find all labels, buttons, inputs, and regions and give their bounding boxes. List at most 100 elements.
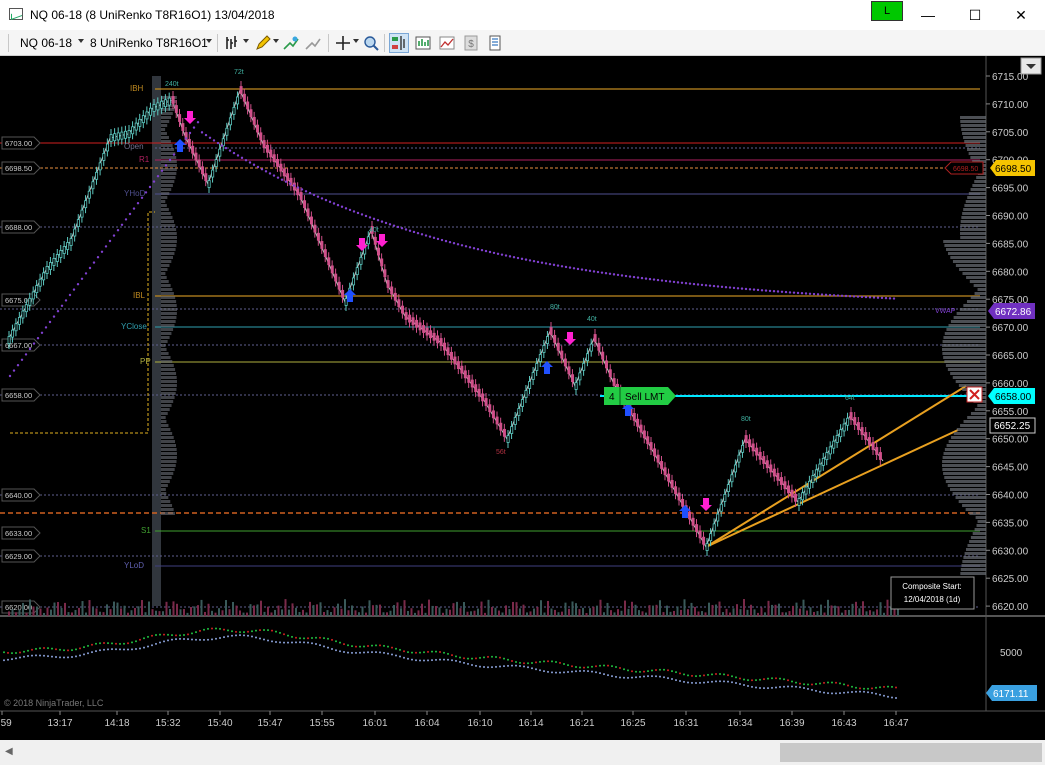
vwap-dot	[388, 223, 392, 226]
renko-bar	[242, 93, 246, 102]
indicator-dot	[739, 677, 741, 680]
minimize-button[interactable]: —	[905, 0, 951, 30]
templates-icon[interactable]	[486, 34, 504, 52]
zoom-icon[interactable]	[362, 34, 380, 52]
indicator-dot	[867, 687, 869, 690]
close-button[interactable]: ✕	[998, 0, 1044, 30]
horizontal-scrollbar[interactable]: ◀	[0, 740, 1045, 765]
renko-bar	[726, 484, 730, 492]
indicator-dot	[11, 652, 13, 655]
renko-bar	[612, 378, 616, 386]
indicator-dot	[415, 659, 417, 662]
volume-bar	[638, 610, 640, 616]
indicator-dot	[779, 686, 781, 689]
indicator-dot	[687, 674, 689, 677]
profile-bar	[161, 456, 177, 459]
indicator-dot	[387, 645, 389, 648]
svg-text:6698.50: 6698.50	[995, 164, 1032, 175]
scroll-left-icon[interactable]: ◀	[5, 746, 13, 757]
maximize-button[interactable]: ☐	[952, 0, 998, 30]
indicator-dot	[91, 651, 93, 654]
vwap-dot	[740, 287, 744, 290]
volume-bar	[781, 612, 784, 616]
indicator-dot	[811, 688, 813, 691]
vwap-dot	[148, 185, 152, 189]
volume-bar	[204, 611, 206, 616]
bar-type-selector[interactable]: 8 UniRenko T8R16O1	[90, 36, 208, 50]
chevron-down-icon[interactable]	[353, 39, 359, 43]
volume-bar	[172, 601, 175, 616]
indicator-dot	[451, 659, 453, 662]
volume-bar	[729, 612, 731, 616]
properties-icon[interactable]: $	[462, 34, 480, 52]
cancel-order-icon[interactable]	[966, 386, 983, 403]
indicator-dot	[783, 685, 785, 688]
volume-bar	[435, 606, 437, 616]
link-button[interactable]: L	[871, 1, 903, 21]
volume-bar	[431, 605, 434, 616]
indicator-dot	[463, 661, 465, 664]
sell-limit-order-tag[interactable]: 4 Sell LMT	[604, 387, 676, 405]
strategies-icon[interactable]	[304, 34, 322, 52]
indicator-dot	[187, 638, 189, 641]
profile-bar	[964, 552, 986, 555]
profile-bar	[161, 340, 168, 343]
data-box-icon[interactable]	[414, 34, 432, 52]
indicator-dot	[847, 691, 849, 694]
profile-bar	[942, 340, 986, 343]
indicator-dot	[459, 660, 461, 663]
indicator-dot	[107, 642, 109, 645]
bar-type-icon[interactable]	[224, 34, 242, 52]
vwap-dot	[588, 269, 592, 273]
chevron-down-icon[interactable]	[78, 39, 84, 43]
instrument-selector[interactable]: NQ 06-18	[20, 36, 72, 50]
profile-bar	[161, 472, 174, 475]
chevron-down-icon[interactable]	[273, 39, 279, 43]
indicator-dot	[123, 642, 125, 645]
volume-bar	[253, 605, 255, 616]
last-close-badge: 6698.50	[990, 160, 1035, 176]
window-title: NQ 06-18 (8 UniRenko T8R16O1) 13/04/2018	[30, 8, 275, 22]
indicator-dot	[479, 656, 481, 659]
volume-bar	[277, 605, 280, 616]
chart-trader-icon[interactable]	[389, 33, 409, 53]
volume-bar	[771, 604, 773, 616]
chart-style-icon[interactable]	[438, 34, 456, 52]
scrollbar-thumb[interactable]	[780, 743, 1042, 762]
indicator-dot	[139, 647, 141, 650]
close-caption-tag: 6698.50	[944, 161, 984, 175]
vwap-dot	[120, 223, 124, 226]
vwap-dot	[28, 347, 32, 351]
vwap-dot	[444, 239, 448, 243]
volume-bar	[827, 599, 829, 616]
profile-bar	[943, 240, 986, 243]
renko-bar	[639, 424, 643, 433]
indicator-dot	[747, 684, 749, 687]
chart-panel[interactable]: 6715.006710.006705.006700.006695.006690.…	[0, 56, 1045, 740]
chevron-down-icon[interactable]	[243, 39, 249, 43]
profile-bar	[161, 256, 173, 259]
indicator-dot	[243, 634, 245, 637]
vwap-dot	[512, 256, 516, 259]
indicators-icon[interactable]	[282, 34, 300, 52]
chevron-down-icon[interactable]	[206, 39, 212, 43]
indicator-dot	[679, 672, 681, 675]
indicator-dot	[375, 651, 377, 654]
volume-bar	[459, 608, 462, 616]
indicator-dot	[175, 638, 177, 641]
volume-bar	[620, 610, 623, 616]
renko-bar	[488, 404, 492, 413]
crosshair-icon[interactable]	[334, 34, 352, 52]
volume-bar	[414, 612, 416, 616]
indicator-dot	[535, 661, 537, 664]
profile-bar	[960, 220, 986, 223]
indicator-dot	[635, 670, 637, 673]
drawing-tools-icon[interactable]	[254, 34, 272, 52]
vwap-dot	[268, 172, 272, 175]
indicator-dot	[571, 665, 573, 668]
indicator-dot	[419, 651, 421, 654]
volume-bar	[596, 605, 598, 616]
indicator-dot	[111, 642, 113, 645]
axis-menu-icon[interactable]	[1020, 57, 1042, 75]
price-chart[interactable]: 6715.006710.006705.006700.006695.006690.…	[0, 56, 1045, 740]
